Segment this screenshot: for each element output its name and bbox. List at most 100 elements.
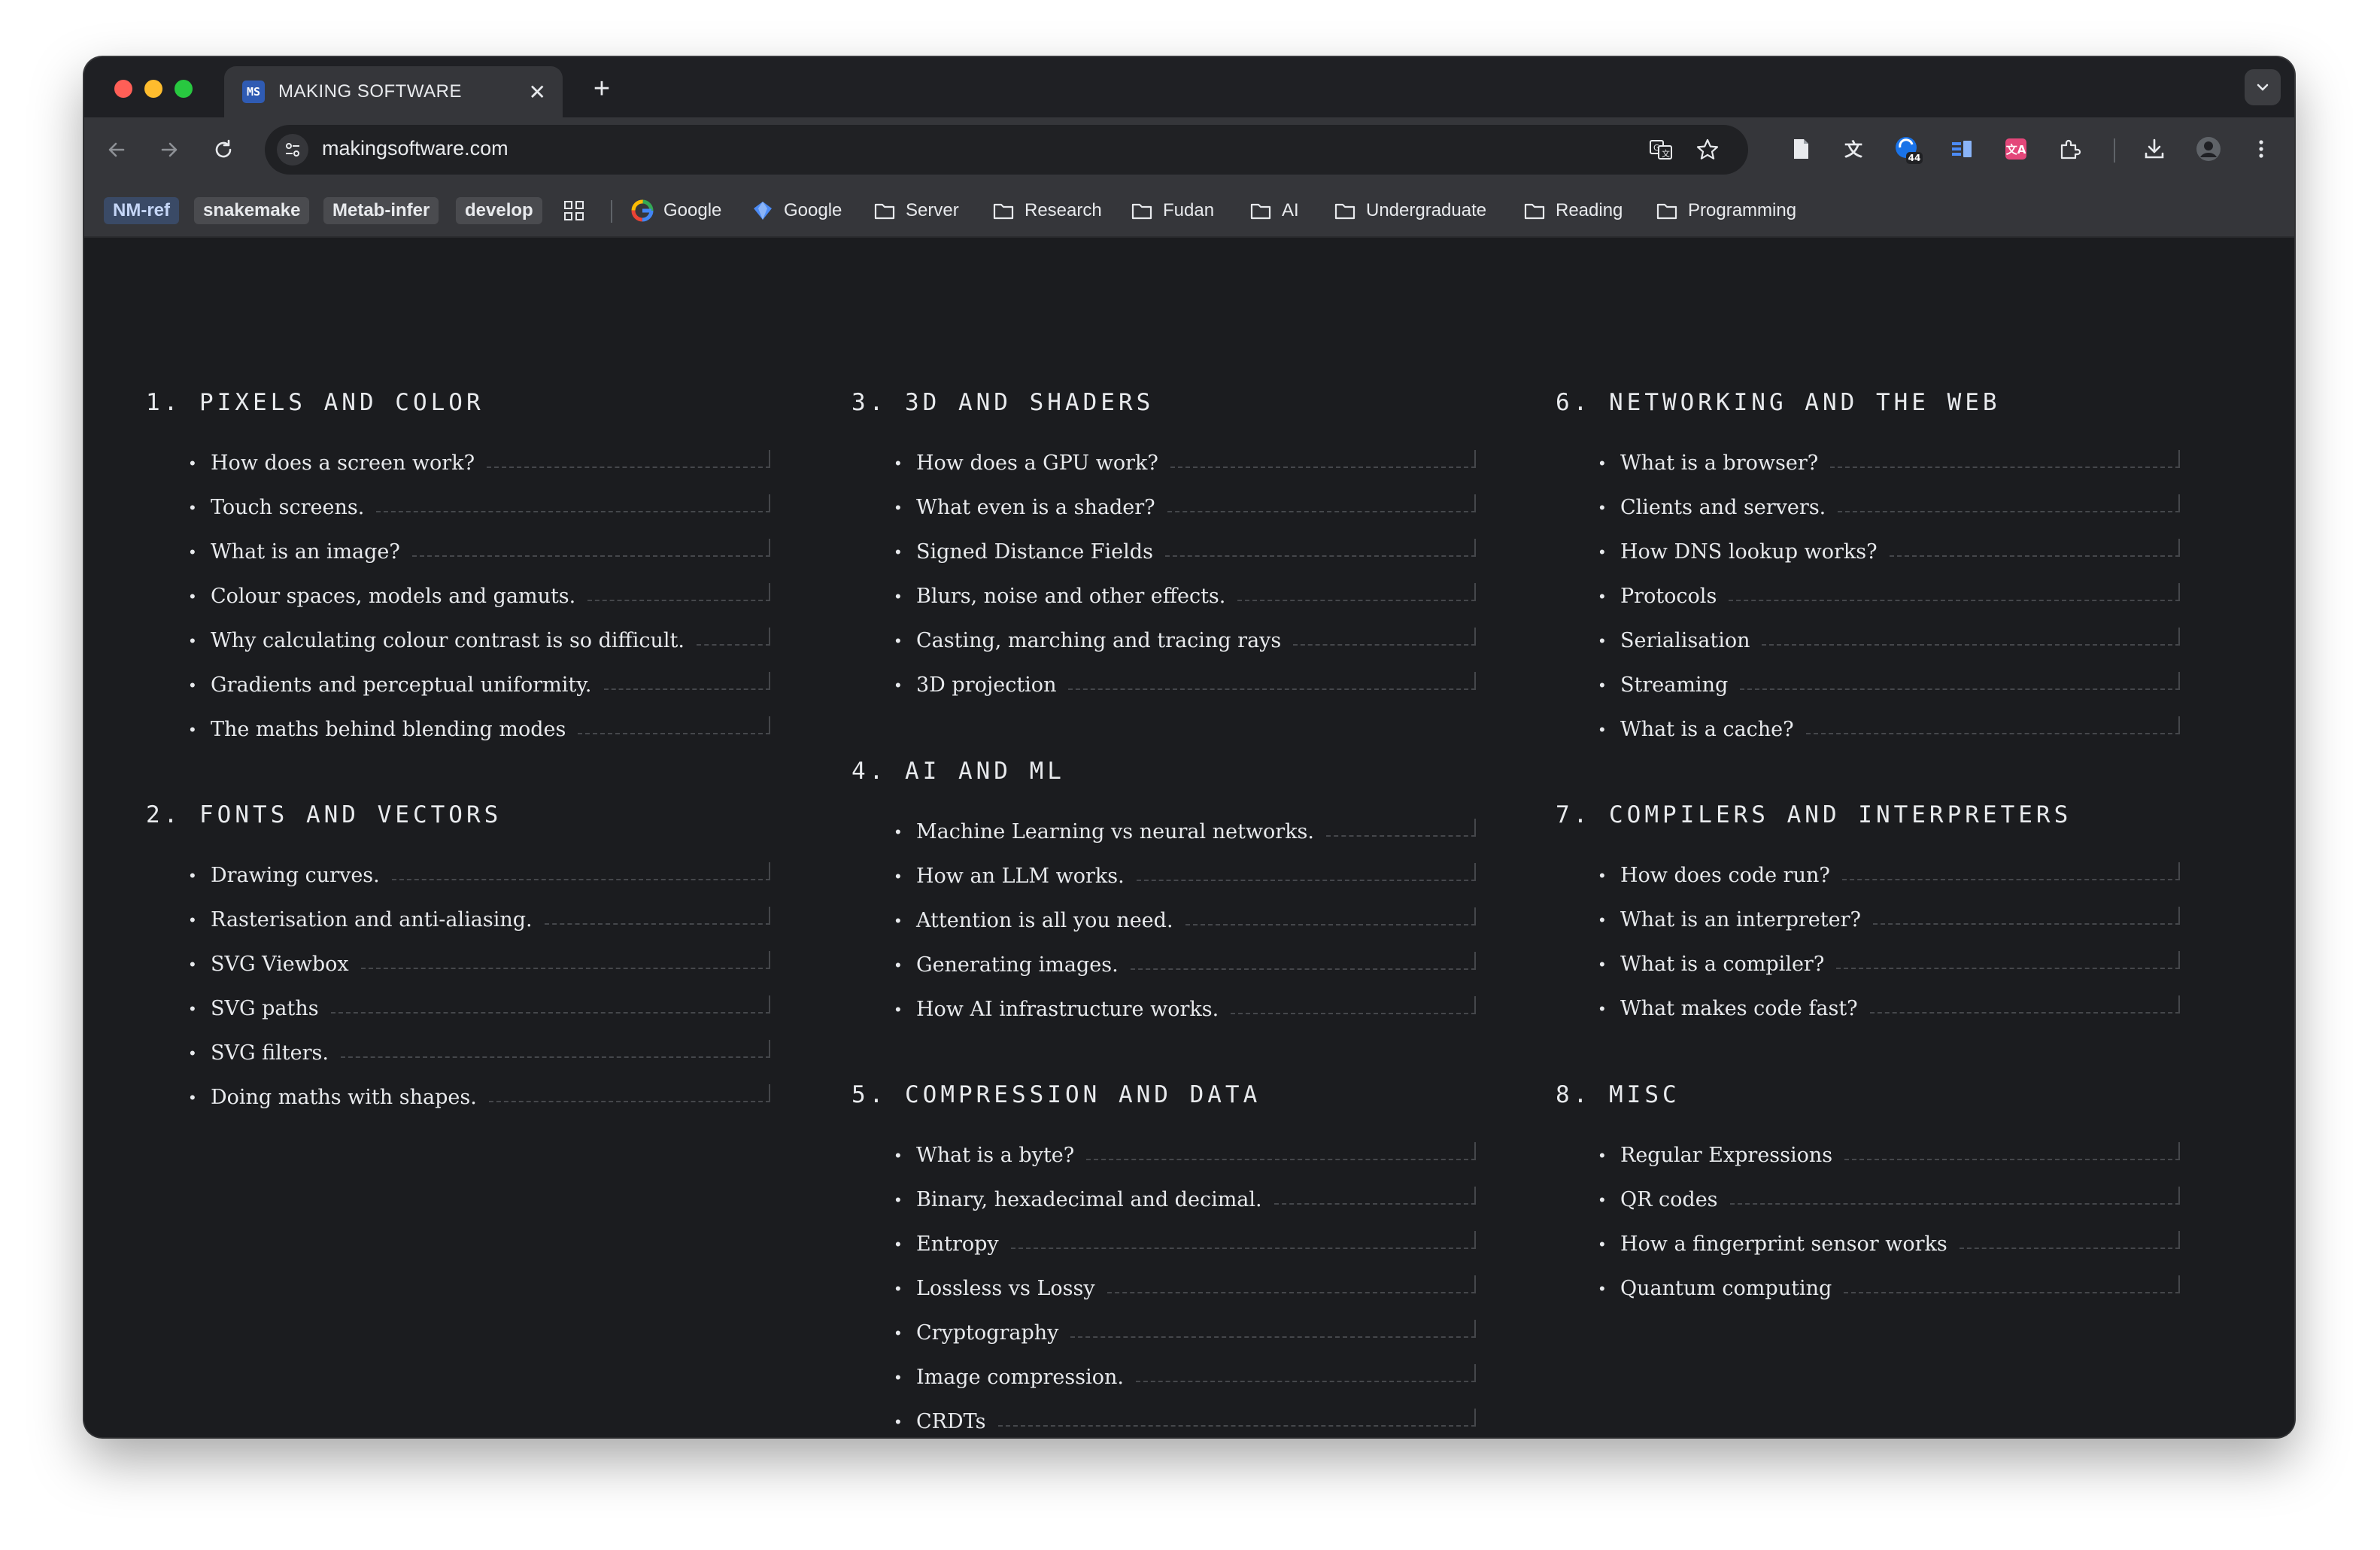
- tab-strip: MS MAKING SOFTWARE ✕ +: [84, 57, 2294, 117]
- bookmark-google-gemini[interactable]: Google: [751, 196, 842, 226]
- topic-link[interactable]: • How does code run?: [1599, 862, 2180, 907]
- folder-label: Fudan: [1163, 200, 1215, 220]
- back-arrow-icon: [108, 142, 125, 157]
- topic-link[interactable]: • Gradients and perceptual uniformity.: [190, 672, 770, 716]
- profile-button[interactable]: [2193, 134, 2224, 164]
- bookmark-chip[interactable]: develop: [456, 197, 542, 224]
- folder-icon: [1333, 199, 1357, 223]
- browser-menu-button[interactable]: [2246, 134, 2276, 164]
- section-title: 1. PIXELS AND COLOR: [146, 389, 484, 416]
- topic-link[interactable]: • CRDTs: [895, 1409, 1476, 1437]
- topic-link[interactable]: • Touch screens.: [190, 494, 770, 539]
- tab-close-icon[interactable]: ✕: [529, 80, 546, 105]
- topic-link[interactable]: • Machine Learning vs neural networks.: [895, 819, 1476, 863]
- topic-link[interactable]: • What is a byte?: [895, 1142, 1476, 1187]
- forward-button[interactable]: [153, 134, 185, 166]
- bookmark-star-button[interactable]: [1694, 136, 1721, 163]
- extension-document-button[interactable]: [1786, 134, 1816, 164]
- folder-icon: [873, 199, 897, 223]
- topic-link[interactable]: • SVG Viewbox: [190, 951, 770, 995]
- topic-link[interactable]: • Streaming: [1599, 672, 2180, 716]
- folder-undergraduate[interactable]: Undergraduate: [1333, 196, 1486, 226]
- bookmark-chip[interactable]: snakemake: [194, 197, 310, 224]
- topic-link[interactable]: • Blurs, noise and other effects.: [895, 583, 1476, 628]
- more-vertical-icon: [2259, 140, 2263, 158]
- address-bar[interactable]: makingsoftware.com G文: [265, 125, 1748, 175]
- text-translate-icon: 文: [1844, 138, 1863, 160]
- topic-link[interactable]: • SVG paths: [190, 995, 770, 1040]
- topic-link[interactable]: • Regular Expressions: [1599, 1142, 2180, 1187]
- minimize-window-button[interactable]: [144, 80, 162, 98]
- topic-link[interactable]: • 3D projection: [895, 672, 1476, 716]
- extension-translate-button[interactable]: 文: [1840, 134, 1870, 164]
- apps-button[interactable]: [563, 196, 585, 226]
- topic-link[interactable]: • How a fingerprint sensor works: [1599, 1231, 2180, 1275]
- topic-link[interactable]: • Serialisation: [1599, 628, 2180, 672]
- topic-link[interactable]: • How an LLM works.: [895, 863, 1476, 907]
- topic-link[interactable]: • What is an interpreter?: [1599, 907, 2180, 951]
- topic-link[interactable]: • Why calculating colour contrast is so d…: [190, 628, 770, 672]
- topic-link[interactable]: • Clients and servers.: [1599, 494, 2180, 539]
- folder-fudan[interactable]: Fudan: [1130, 196, 1214, 226]
- new-tab-button[interactable]: +: [585, 72, 618, 105]
- topic-link[interactable]: • Binary, hexadecimal and decimal.: [895, 1187, 1476, 1231]
- folder-research[interactable]: Research: [991, 196, 1102, 226]
- topic-link[interactable]: • What is an image?: [190, 539, 770, 583]
- topic-link[interactable]: • What even is a shader?: [895, 494, 1476, 539]
- site-info-button[interactable]: [277, 134, 308, 166]
- reload-button[interactable]: [208, 134, 239, 166]
- folder-programming[interactable]: Programming: [1655, 196, 1796, 226]
- bookmark-label: Google: [663, 200, 722, 220]
- bookmark-google[interactable]: Google: [630, 196, 721, 226]
- topic-link[interactable]: • How AI infrastructure works.: [895, 996, 1476, 1041]
- topic-link[interactable]: • Cryptography: [895, 1320, 1476, 1364]
- topic-link[interactable]: • Protocols: [1599, 583, 2180, 628]
- extension-badge-button[interactable]: 44: [1893, 134, 1923, 164]
- topic-link[interactable]: • SVG filters.: [190, 1040, 770, 1084]
- topic-link[interactable]: • Colour spaces, models and gamuts.: [190, 583, 770, 628]
- topic-link[interactable]: • How does a screen work?: [190, 450, 770, 494]
- topic-link[interactable]: • How DNS lookup works?: [1599, 539, 2180, 583]
- topic-link[interactable]: • Doing maths with shapes.: [190, 1084, 770, 1129]
- topic-list: • Drawing curves. • Rasterisation and anti…: [146, 862, 770, 1129]
- topic-link[interactable]: • Drawing curves.: [190, 862, 770, 907]
- extension-blue-icon: 44: [1896, 137, 1923, 164]
- tab-making-software[interactable]: MS MAKING SOFTWARE ✕: [224, 66, 563, 117]
- topic-link[interactable]: • Signed Distance Fields: [895, 539, 1476, 583]
- topic-link[interactable]: • QR codes: [1599, 1187, 2180, 1231]
- close-window-button[interactable]: [114, 80, 132, 98]
- section-networking-and-the-web: 6. NETWORKING AND THE WEB • What is a bro…: [1556, 387, 2180, 761]
- topic-link[interactable]: • What is a cache?: [1599, 716, 2180, 761]
- topic-link[interactable]: • Attention is all you need.: [895, 907, 1476, 952]
- tab-search-button[interactable]: [2245, 69, 2281, 105]
- bookmark-chip[interactable]: Metab-infer: [323, 197, 439, 224]
- topic-list: • What is a browser? • Clients and servers…: [1556, 450, 2180, 761]
- topic-link[interactable]: • What is a browser?: [1599, 450, 2180, 494]
- extension-pink-button[interactable]: 文A: [2001, 134, 2031, 164]
- section-compression-and-data: 5. COMPRESSION AND DATA • What is a byte?…: [852, 1079, 1476, 1437]
- extension-reader-button[interactable]: [1947, 134, 1977, 164]
- translate-button[interactable]: G文: [1647, 136, 1674, 163]
- section-title: 4. AI AND ML: [852, 758, 1065, 785]
- folder-reading[interactable]: Reading: [1522, 196, 1623, 226]
- topic-link[interactable]: • Quantum computing: [1599, 1275, 2180, 1320]
- back-button[interactable]: [101, 134, 132, 166]
- avatar-icon: [2196, 137, 2221, 161]
- topic-link[interactable]: • What is a compiler?: [1599, 951, 2180, 995]
- topic-link[interactable]: • Image compression.: [895, 1364, 1476, 1409]
- topic-link[interactable]: • Entropy: [895, 1231, 1476, 1275]
- topic-link[interactable]: • Lossless vs Lossy: [895, 1275, 1476, 1320]
- topic-link[interactable]: • The maths behind blending modes: [190, 716, 770, 761]
- bookmark-chip[interactable]: NM-ref: [104, 197, 179, 224]
- topic-link[interactable]: • Rasterisation and anti-aliasing.: [190, 907, 770, 951]
- topic-link[interactable]: • Generating images.: [895, 952, 1476, 996]
- folder-server[interactable]: Server: [873, 196, 959, 226]
- downloads-button[interactable]: [2139, 134, 2169, 164]
- extensions-menu-button[interactable]: [2055, 134, 2085, 164]
- folder-ai[interactable]: AI: [1249, 196, 1299, 226]
- topic-link[interactable]: • Casting, marching and tracing rays: [895, 628, 1476, 672]
- url-text[interactable]: makingsoftware.com: [322, 137, 508, 160]
- maximize-window-button[interactable]: [175, 80, 193, 98]
- topic-link[interactable]: • What makes code fast?: [1599, 995, 2180, 1040]
- topic-link[interactable]: • How does a GPU work?: [895, 450, 1476, 494]
